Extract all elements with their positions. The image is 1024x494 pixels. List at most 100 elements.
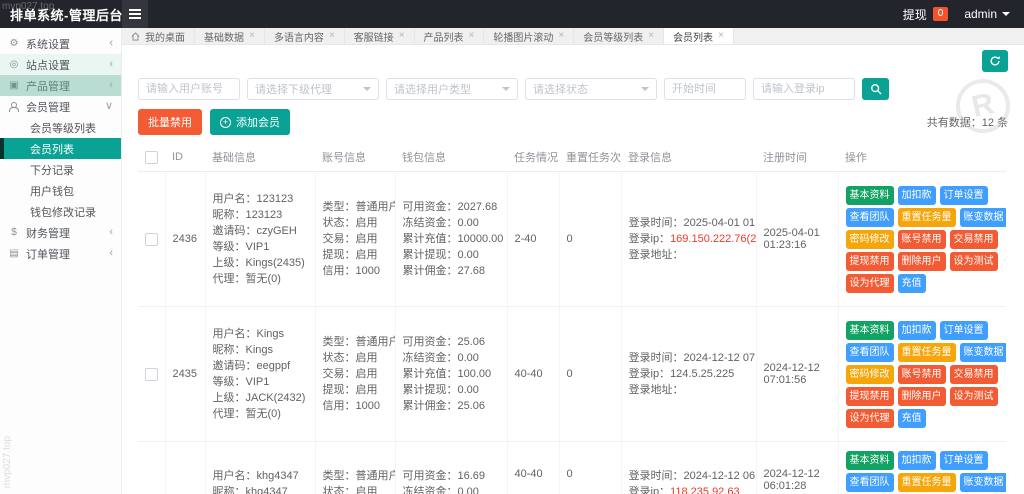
field-value: 暂无(0) [246,408,281,420]
search-icon [870,83,882,95]
field-value: 16.69 [458,470,486,482]
op-add-deduct-button[interactable]: 加扣款 [898,321,936,340]
op-disable-withdraw-button[interactable]: 提现禁用 [846,387,894,406]
op-recharge-button[interactable]: 充值 [898,409,926,428]
tab-member-list[interactable]: 会员列表× [664,28,734,44]
status-select[interactable]: 请选择状态 [525,78,657,100]
op-reset-task-count-button[interactable]: 重置任务量 [898,208,956,227]
op-view-team-button[interactable]: 查看团队 [846,343,894,362]
close-tab-icon[interactable]: × [718,31,724,41]
op-order-settings-button[interactable]: 订单设置 [940,186,988,205]
field-value: 启用 [356,384,378,396]
op-basic-info-button[interactable]: 基本资料 [846,186,894,205]
close-tab-icon[interactable]: × [329,31,335,41]
op-reset-task-count-button[interactable]: 重置任务量 [898,343,956,362]
op-change-password-button[interactable]: 密码修改 [846,230,894,249]
member-table: ID基础信息账号信息钱包信息任务情况重置任务次数登录信息注册时间操作2436用户… [138,143,1006,494]
op-basic-info-button[interactable]: 基本资料 [846,451,894,470]
tab-multilang-content[interactable]: 多语言内容× [265,28,345,44]
op-view-team-button[interactable]: 查看团队 [846,208,894,227]
close-tab-icon[interactable]: × [469,31,475,41]
row-checkbox[interactable] [145,368,158,381]
info-line: 昵称：123123 [213,207,311,223]
op-set-agent-button[interactable]: 设为代理 [846,274,894,293]
login-ip-input[interactable] [753,78,855,100]
sidebar-item-downscore-records[interactable]: 下分记录 [0,159,121,180]
op-account-change-data-button[interactable]: 账变数据 [960,208,1007,227]
op-account-change-data-button[interactable]: 账变数据 [960,343,1007,362]
op-add-deduct-button[interactable]: 加扣款 [898,186,936,205]
tab-carousel-images[interactable]: 轮播图片滚动× [484,28,574,44]
refresh-button[interactable] [982,50,1008,72]
search-button[interactable] [862,78,889,100]
user-icon [8,102,20,112]
user-type-select[interactable]: 请选择用户类型 [386,78,518,100]
field-value: 0.00 [458,486,479,494]
field-value: 1000 [356,400,380,412]
op-order-settings-button[interactable]: 订单设置 [940,451,988,470]
field-label: 累计充值： [403,368,458,380]
field-label: 状态： [323,486,356,494]
close-tab-icon[interactable]: × [399,31,405,41]
sidebar-item-order-management[interactable]: ▤订单管理‹ [0,243,121,264]
op-account-change-data-button[interactable]: 账变数据 [960,473,1007,492]
op-recharge-button[interactable]: 充值 [898,274,926,293]
op-delete-user-button[interactable]: 删除用户 [898,387,946,406]
field-label: 提现： [323,249,356,261]
op-view-team-button[interactable]: 查看团队 [846,473,894,492]
tab-member-level-list[interactable]: 会员等级列表× [574,28,664,44]
start-time-input[interactable] [664,78,746,100]
user-menu[interactable]: admin [964,7,1010,21]
close-tab-icon[interactable]: × [648,31,654,41]
sidebar-item-member-list[interactable]: 会员列表 [0,138,121,159]
close-tab-icon[interactable]: × [558,31,564,41]
tab-product-list[interactable]: 产品列表× [415,28,485,44]
field-label: 冻结资金： [403,217,458,229]
op-change-password-button[interactable]: 密码修改 [846,365,894,384]
op-set-agent-button[interactable]: 设为代理 [846,409,894,428]
withdraw-label: 提现 [903,6,927,23]
sidebar-item-user-wallet[interactable]: 用户钱包 [0,180,121,201]
withdraw-count-badge: 0 [933,7,949,21]
sidebar-item-system-settings[interactable]: ⚙系统设置‹ [0,33,121,54]
operations-cell: 基本资料加扣款订单设置查看团队重置任务量账变数据密码修改账号禁用交易禁用提现禁用… [838,172,1006,307]
operations-cell: 基本资料加扣款订单设置查看团队重置任务量账变数据密码修改账号禁用交易禁用提现禁用… [838,307,1006,442]
chevron-left-icon: ‹ [109,248,113,259]
account-input[interactable] [138,78,240,100]
op-disable-trade-button[interactable]: 交易禁用 [950,365,998,384]
field-label: 提现： [323,384,356,396]
sidebar-item-finance-management[interactable]: $财务管理‹ [0,222,121,243]
batch-disable-button[interactable]: 批量禁用 [138,109,202,135]
tab-basic-data[interactable]: 基础数据× [195,28,265,44]
info-line: 类型：普通用户 [323,334,391,350]
sidebar-item-wallet-modify-records[interactable]: 钱包修改记录 [0,201,121,222]
sidebar-item-member-level-list[interactable]: 会员等级列表 [0,117,121,138]
add-member-button[interactable]: + 添加会员 [210,109,290,135]
op-reset-task-count-button[interactable]: 重置任务量 [898,473,956,492]
sidebar-item-site-settings[interactable]: ◎站点设置‹ [0,54,121,75]
info-line: 邀请码：czyGEH [213,223,311,239]
hamburger-menu-icon[interactable] [122,0,148,28]
field-label: 冻结资金： [403,486,458,494]
op-disable-trade-button[interactable]: 交易禁用 [950,230,998,249]
withdraw-menu-item[interactable]: 提现 0 [903,6,949,23]
op-order-settings-button[interactable]: 订单设置 [940,321,988,340]
tab-service-link[interactable]: 客服链接× [345,28,415,44]
close-tab-icon[interactable]: × [249,31,255,41]
sidebar-item-member-management[interactable]: 会员管理∨ [0,96,121,117]
select-all-checkbox[interactable] [145,151,158,164]
op-set-test-button[interactable]: 设为测试 [950,252,998,271]
tab-my-desktop[interactable]: 我的桌面 [122,28,195,44]
agent-select[interactable]: 请选择下级代理 [247,78,379,100]
sidebar-item-product-management[interactable]: ▣产品管理‹ [0,75,121,96]
row-checkbox[interactable] [145,233,158,246]
op-disable-account-button[interactable]: 账号禁用 [898,365,946,384]
field-label: 等级： [213,376,246,388]
op-add-deduct-button[interactable]: 加扣款 [898,451,936,470]
op-delete-user-button[interactable]: 删除用户 [898,252,946,271]
op-disable-withdraw-button[interactable]: 提现禁用 [846,252,894,271]
op-basic-info-button[interactable]: 基本资料 [846,321,894,340]
field-label: 可用资金： [403,470,458,482]
op-disable-account-button[interactable]: 账号禁用 [898,230,946,249]
op-set-test-button[interactable]: 设为测试 [950,387,998,406]
